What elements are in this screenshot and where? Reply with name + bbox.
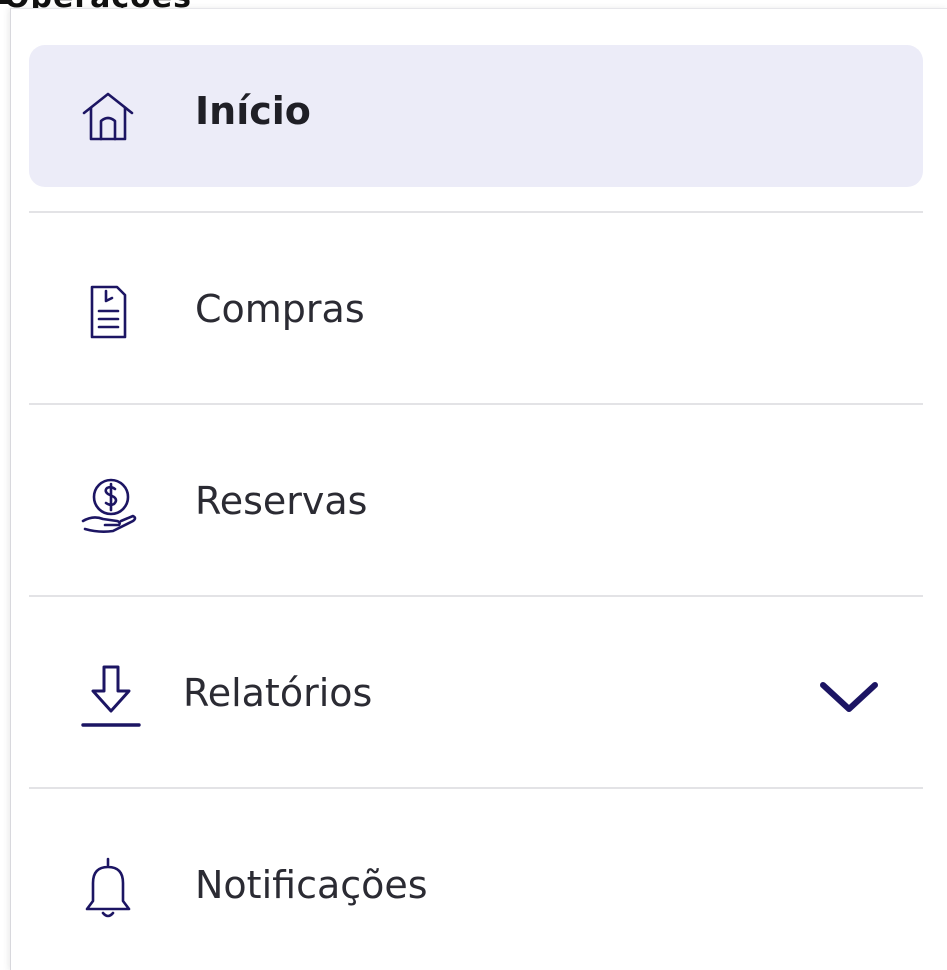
home-icon (79, 87, 137, 145)
document-list-icon (79, 281, 137, 343)
side-menu-panel: Início Compras Reservas Relatórios Notif… (10, 8, 947, 970)
menu-item-inicio[interactable]: Início (29, 45, 923, 187)
bell-icon (79, 855, 137, 921)
chevron-down-icon[interactable] (817, 677, 881, 717)
menu-item-label: Compras (195, 287, 365, 331)
download-icon (79, 661, 143, 731)
divider (29, 211, 923, 213)
divider (29, 787, 923, 789)
menu-item-notificacoes[interactable]: Notificações (29, 817, 923, 959)
menu-item-relatorios[interactable]: Relatórios (29, 625, 923, 767)
menu-item-label: Notificações (195, 863, 428, 907)
divider (29, 403, 923, 405)
menu-item-compras[interactable]: Compras (29, 241, 923, 383)
menu-item-label: Relatórios (183, 671, 373, 715)
menu-item-label: Reservas (195, 479, 368, 523)
app-frame: Operações Início (0, 0, 947, 970)
menu-item-reservas[interactable]: Reservas (29, 433, 923, 575)
money-hand-icon (77, 475, 141, 537)
divider (29, 595, 923, 597)
menu-item-label: Início (195, 89, 311, 133)
